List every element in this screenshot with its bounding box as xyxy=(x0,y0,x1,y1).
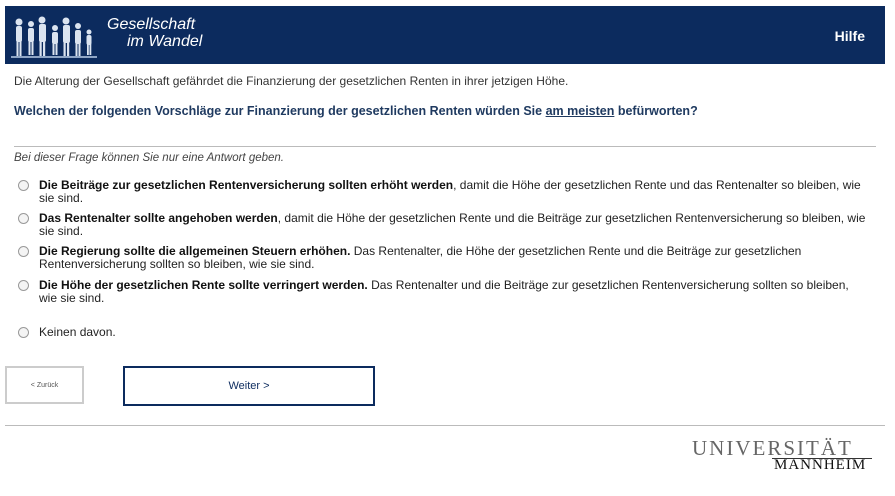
radio-button[interactable] xyxy=(18,280,29,291)
radio-button[interactable] xyxy=(18,246,29,257)
question-before: Welchen der folgenden Vorschläge zur Fin… xyxy=(14,104,546,118)
help-link[interactable]: Hilfe xyxy=(835,28,865,44)
option-raise-taxes[interactable]: Die Regierung sollte die allgemeinen Ste… xyxy=(18,245,868,271)
radio-button[interactable] xyxy=(18,213,29,224)
logo-line2: im Wandel xyxy=(127,33,203,50)
footer-divider xyxy=(5,425,885,426)
option-bold-text: Die Beiträge zur gesetzlichen Rentenvers… xyxy=(39,178,454,192)
option-bold-text: Das Rentenalter sollte angehoben werden xyxy=(39,211,278,225)
question-after: befürworten? xyxy=(614,104,698,118)
question-emphasis: am meisten xyxy=(545,104,615,118)
header-bar: Gesellschaft im Wandel Hilfe xyxy=(5,6,885,64)
intro-text: Die Alterung der Gesellschaft gefährdet … xyxy=(14,74,569,88)
divider xyxy=(14,146,876,147)
logo-line1: Gesellschaft xyxy=(107,16,196,33)
radio-button[interactable] xyxy=(18,180,29,191)
option-raise-retirement-age[interactable]: Das Rentenalter sollte angehoben werden,… xyxy=(18,212,868,238)
option-bold-text: Die Regierung sollte die allgemeinen Ste… xyxy=(39,244,351,258)
university-logo-line2: MANNHEIM xyxy=(774,457,867,473)
university-logo-line1: UNIVERSITÄT xyxy=(692,436,853,460)
question-text: Welchen der folgenden Vorschläge zur Fin… xyxy=(14,104,698,118)
option-label: Die Beiträge zur gesetzlichen Rentenvers… xyxy=(39,179,868,205)
option-label: Die Regierung sollte die allgemeinen Ste… xyxy=(39,245,868,271)
back-button[interactable]: < Zurück xyxy=(5,366,84,404)
option-raise-contributions[interactable]: Die Beiträge zur gesetzlichen Rentenvers… xyxy=(18,179,868,205)
option-none[interactable]: Keinen davon. xyxy=(18,326,868,339)
logo-title: Gesellschaft im Wandel xyxy=(107,16,202,50)
answer-hint: Bei dieser Frage können Sie nur eine Ant… xyxy=(14,152,284,164)
option-bold-text: Die Höhe der gesetzlichen Rente sollte v… xyxy=(39,278,368,292)
next-button[interactable]: Weiter > xyxy=(123,366,375,406)
option-label: Das Rentenalter sollte angehoben werden,… xyxy=(39,212,868,238)
option-label: Die Höhe der gesetzlichen Rente sollte v… xyxy=(39,279,868,305)
option-reduce-pension[interactable]: Die Höhe der gesetzlichen Rente sollte v… xyxy=(18,279,868,305)
option-label: Keinen davon. xyxy=(39,325,116,339)
people-silhouettes-logo xyxy=(11,16,97,58)
radio-button[interactable] xyxy=(18,327,29,338)
